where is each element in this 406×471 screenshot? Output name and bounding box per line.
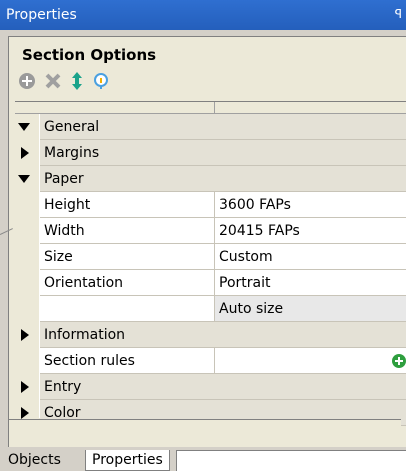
property-name: Size bbox=[40, 244, 214, 270]
tab-objects[interactable]: Objects bbox=[2, 450, 67, 470]
property-name: Paper bbox=[40, 166, 406, 192]
category-row[interactable]: Paper bbox=[15, 166, 406, 192]
property-value[interactable]: Portrait bbox=[214, 270, 406, 296]
add-icon[interactable] bbox=[17, 71, 37, 91]
property-name: Height bbox=[40, 192, 214, 218]
property-name bbox=[40, 296, 214, 322]
category-row[interactable]: General bbox=[15, 114, 406, 140]
move-updown-icon[interactable] bbox=[67, 71, 87, 91]
grid-header bbox=[15, 102, 406, 114]
property-value[interactable]: Auto size bbox=[214, 296, 406, 322]
property-row[interactable]: Width 20415 FAPs bbox=[15, 218, 406, 244]
collapse-arrow-icon[interactable] bbox=[18, 123, 30, 131]
properties-frame: Section Options General Margins Paper Heigh… bbox=[0, 30, 406, 448]
description-area bbox=[9, 419, 401, 440]
section-options-panel: Section Options General Margins Paper Heigh… bbox=[8, 36, 406, 447]
property-name: General bbox=[40, 114, 406, 140]
expand-arrow-icon[interactable] bbox=[21, 147, 29, 159]
property-row[interactable]: Auto size bbox=[15, 296, 406, 322]
property-value[interactable]: 3600 FAPs bbox=[214, 192, 406, 218]
property-row[interactable]: Size Custom bbox=[15, 244, 406, 270]
property-name: Orientation bbox=[40, 270, 214, 296]
tab-bar: Objects Properties bbox=[0, 448, 406, 471]
property-name: Margins bbox=[40, 140, 406, 166]
tab-bar-fill bbox=[176, 450, 406, 471]
property-name: Width bbox=[40, 218, 214, 244]
category-row[interactable]: Margins bbox=[15, 140, 406, 166]
property-name: Entry bbox=[40, 374, 406, 400]
category-row[interactable]: Information bbox=[15, 322, 406, 348]
pin-icon[interactable]: ꟼ bbox=[395, 7, 402, 21]
title-bar: Properties ꟼ bbox=[0, 0, 406, 30]
expand-arrow-icon[interactable] bbox=[21, 381, 29, 393]
section-title: Section Options bbox=[22, 46, 157, 64]
property-row[interactable]: Height 3600 FAPs bbox=[15, 192, 406, 218]
expand-arrow-icon[interactable] bbox=[21, 407, 29, 419]
property-value[interactable] bbox=[214, 348, 406, 374]
property-name: Information bbox=[40, 322, 406, 348]
column-splitter[interactable] bbox=[214, 102, 215, 113]
property-name: Section rules bbox=[40, 348, 214, 374]
collapse-arrow-icon[interactable] bbox=[18, 175, 30, 183]
expand-arrow-icon[interactable] bbox=[21, 329, 29, 341]
add-rule-icon[interactable] bbox=[391, 353, 406, 369]
property-grid: General Margins Paper Height 3600 FAPs Width 2… bbox=[15, 101, 406, 426]
window-title: Properties bbox=[6, 7, 77, 23]
property-value[interactable]: Custom bbox=[214, 244, 406, 270]
tab-properties[interactable]: Properties bbox=[85, 450, 170, 471]
property-row[interactable]: Orientation Portrait bbox=[15, 270, 406, 296]
delete-icon[interactable] bbox=[43, 71, 63, 91]
category-row[interactable]: Entry bbox=[15, 374, 406, 400]
info-icon[interactable] bbox=[91, 71, 111, 91]
property-value[interactable]: 20415 FAPs bbox=[214, 218, 406, 244]
property-row[interactable]: Section rules bbox=[15, 348, 406, 374]
